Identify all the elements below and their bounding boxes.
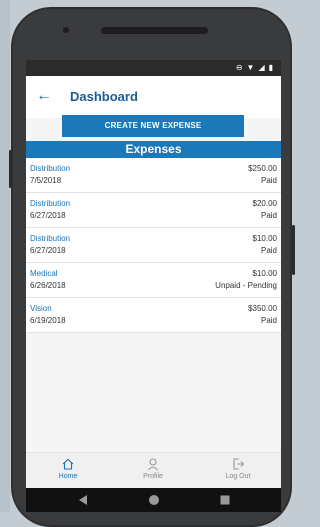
- system-back-icon[interactable]: [78, 494, 88, 506]
- expense-amount: $350.00: [248, 304, 277, 313]
- expense-category: Medical: [30, 269, 58, 278]
- status-bar: ⊖ ▼ ◢ ▮: [26, 60, 281, 76]
- background: [0, 0, 10, 512]
- expense-amount: $10.00: [252, 234, 277, 243]
- wifi-icon: ▼: [246, 63, 255, 72]
- expense-status: Paid: [260, 316, 277, 325]
- list-item[interactable]: Vision 6/19/2018 $350.00 Paid: [26, 298, 281, 333]
- system-navigation-bar: [26, 488, 281, 512]
- list-item[interactable]: Distribution 6/27/2018 $10.00 Paid: [26, 228, 281, 263]
- nav-logout[interactable]: Log Out: [208, 457, 268, 480]
- phone-speaker: [101, 27, 208, 34]
- expense-date: 6/19/2018: [30, 316, 66, 325]
- nav-home[interactable]: Home: [38, 457, 98, 480]
- nav-profile[interactable]: Profile: [123, 457, 183, 480]
- expense-amount: $20.00: [252, 199, 277, 208]
- expense-category: Vision: [30, 304, 52, 313]
- list-item[interactable]: Medical 6/26/2018 $10.00 Unpaid - Pendin…: [26, 263, 281, 298]
- expense-date: 6/27/2018: [30, 211, 66, 220]
- app-screen: ⊖ ▼ ◢ ▮ ← Dashboard CREATE NEW EXPENSE E…: [26, 60, 281, 512]
- app-bar: ← Dashboard: [26, 76, 281, 118]
- profile-icon: [148, 458, 158, 471]
- nav-home-label: Home: [58, 473, 78, 480]
- expense-status: Paid: [260, 246, 277, 255]
- expense-date: 7/5/2018: [30, 176, 62, 185]
- create-expense-button[interactable]: CREATE NEW EXPENSE: [62, 115, 244, 137]
- battery-icon: ▮: [268, 63, 273, 72]
- expense-list: Distribution 7/5/2018 $250.00 Paid Distr…: [26, 158, 281, 333]
- page-title: Dashboard: [70, 89, 138, 104]
- system-recents-icon[interactable]: [220, 494, 230, 506]
- expense-date: 6/26/2018: [30, 281, 66, 290]
- front-camera: [63, 27, 69, 33]
- phone-volume-button: [292, 225, 295, 275]
- signal-icon: ◢: [258, 63, 265, 72]
- logout-icon: [233, 458, 245, 470]
- back-arrow-icon[interactable]: ←: [36, 86, 52, 106]
- phone-side-button: [9, 150, 12, 188]
- expense-category: Distribution: [30, 199, 71, 208]
- nav-profile-label: Profile: [143, 473, 163, 480]
- list-item[interactable]: Distribution 6/27/2018 $20.00 Paid: [26, 193, 281, 228]
- expenses-section-header: Expenses: [26, 141, 281, 158]
- expense-status: Paid: [260, 211, 277, 220]
- nav-logout-label: Log Out: [225, 473, 251, 480]
- expense-date: 6/27/2018: [30, 246, 66, 255]
- system-home-icon[interactable]: [148, 494, 160, 506]
- list-item[interactable]: Distribution 7/5/2018 $250.00 Paid: [26, 158, 281, 193]
- sync-icon: ⊖: [235, 63, 243, 72]
- expense-amount: $250.00: [248, 164, 277, 173]
- expense-amount: $10.00: [252, 269, 277, 278]
- expense-category: Distribution: [30, 164, 71, 173]
- expense-category: Distribution: [30, 234, 71, 243]
- expense-status: Unpaid - Pending: [215, 281, 277, 290]
- home-icon: [62, 458, 74, 470]
- expense-status: Paid: [260, 176, 277, 185]
- bottom-navigation: Home Profile Log Out: [26, 452, 281, 489]
